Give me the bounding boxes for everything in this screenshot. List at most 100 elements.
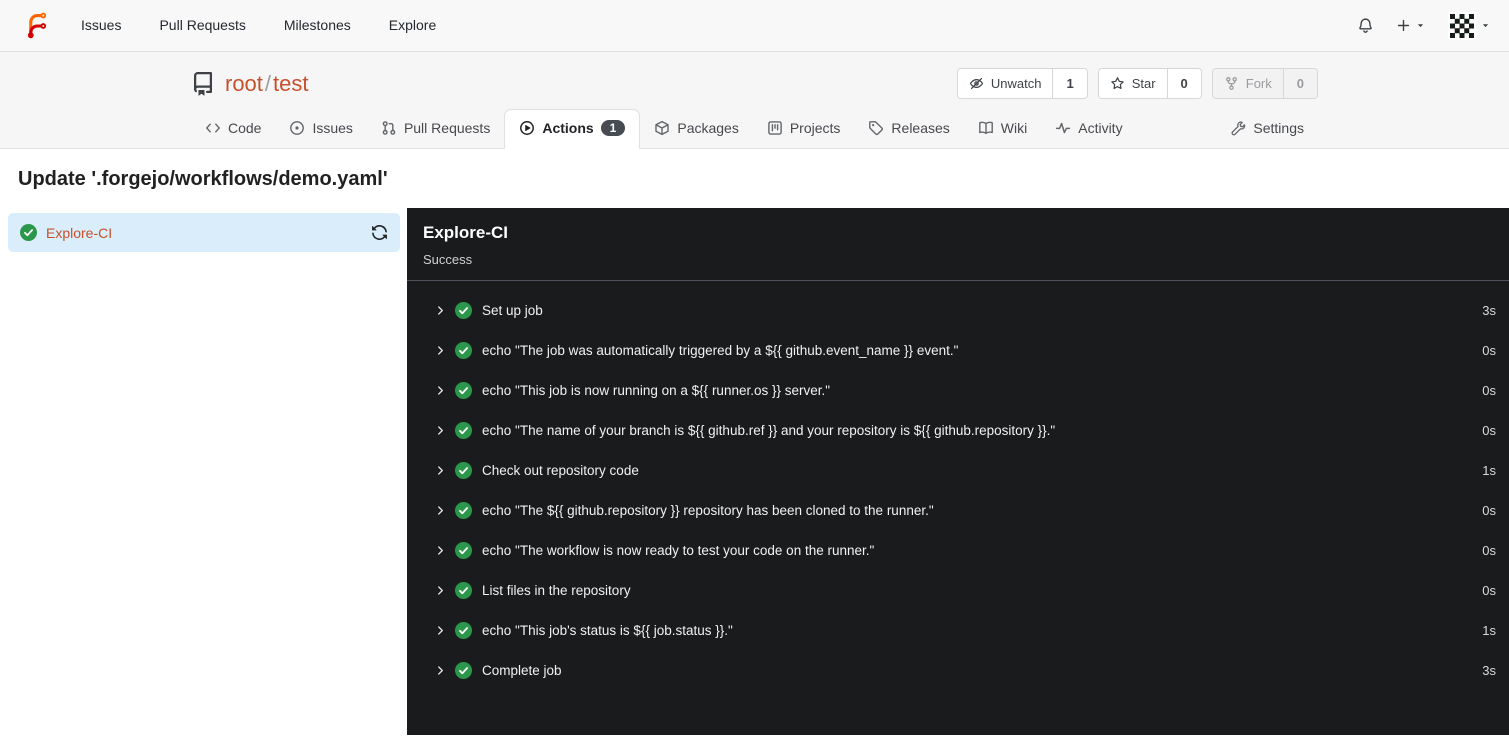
star-button[interactable]: Star [1098,69,1167,98]
job-name: Explore-CI [46,224,113,241]
package-icon [654,120,670,136]
chevron-right-icon [434,544,447,557]
check-circle-icon [455,342,472,359]
forgejo-logo[interactable] [22,11,52,41]
watchers-count[interactable]: 1 [1052,69,1087,98]
check-circle-icon [455,302,472,319]
repo-title: root/test [225,71,309,97]
repo-actions: Unwatch 1 Star 0 Fork 0 [956,68,1318,99]
job-panel-header: Explore-CI Success [407,208,1509,281]
check-circle-icon [455,462,472,479]
chevron-right-icon [434,424,447,437]
step-duration: 0s [1482,502,1496,518]
nav-link-pull-requests[interactable]: Pull Requests [140,0,264,51]
tab-label: Projects [789,120,841,136]
forks-count: 0 [1282,69,1317,98]
check-circle-icon [455,622,472,639]
tab-activity[interactable]: Activity [1041,110,1136,148]
tab-wiki[interactable]: Wiki [964,110,1041,148]
tab-projects[interactable]: Projects [753,110,855,148]
step-row[interactable]: Set up job 3s [407,290,1509,330]
notifications-button[interactable] [1357,17,1374,34]
rerun-job-button[interactable] [371,224,388,241]
tab-label: Settings [1253,120,1304,136]
plus-icon [1396,18,1411,33]
step-row[interactable]: echo "The name of your branch is ${{ git… [407,410,1509,450]
step-duration: 0s [1482,422,1496,438]
chevron-right-icon [434,344,447,357]
step-row[interactable]: echo "The workflow is now ready to test … [407,530,1509,570]
star-icon [1110,76,1125,91]
check-circle-icon [455,422,472,439]
unwatch-button[interactable]: Unwatch [957,69,1053,98]
tab-packages[interactable]: Packages [640,110,752,148]
nav-link-issues[interactable]: Issues [62,0,140,51]
run-title: Update '.forgejo/workflows/demo.yaml' [0,149,1509,208]
repo-owner-link[interactable]: root [225,71,263,96]
tab-actions[interactable]: Actions 1 [504,109,641,149]
step-row[interactable]: echo "This job is now running on a ${{ r… [407,370,1509,410]
star-button-group: Star 0 [1097,68,1202,99]
stars-count[interactable]: 0 [1166,69,1201,98]
tab-label: Code [228,120,262,136]
step-name: echo "The job was automatically triggere… [482,342,959,358]
fork-button: Fork [1212,69,1283,98]
check-circle-icon [455,542,472,559]
check-circle-icon [20,224,37,241]
step-name: echo "The name of your branch is ${{ git… [482,422,1056,438]
step-duration: 0s [1482,542,1496,558]
step-name: echo "This job's status is ${{ job.statu… [482,622,733,638]
step-row[interactable]: echo "The job was automatically triggere… [407,330,1509,370]
step-row[interactable]: Check out repository code 1s [407,450,1509,490]
repo-tabs: Code Issues Pull Requests Actions 1 Packa… [191,109,1318,149]
tab-issues[interactable]: Issues [275,110,366,148]
nav-link-explore[interactable]: Explore [370,0,455,51]
code-icon [205,120,221,136]
chevron-right-icon [434,384,447,397]
navbar-right [1357,11,1491,40]
actions-count-badge: 1 [600,120,626,136]
check-circle-icon [455,582,472,599]
step-row[interactable]: Complete job 3s [407,650,1509,690]
job-status-text: Success [423,252,473,267]
jobs-sidebar: Explore-CI [0,208,407,735]
tab-settings[interactable]: Settings [1216,110,1318,148]
step-name: Complete job [482,662,562,678]
tab-pull-requests[interactable]: Pull Requests [367,110,504,148]
step-duration: 1s [1482,462,1496,478]
repo-name-link[interactable]: test [273,71,308,96]
tag-icon [868,120,884,136]
user-menu-button[interactable] [1448,11,1491,40]
tab-releases[interactable]: Releases [854,110,963,148]
chevron-down-icon [1480,20,1491,31]
run-layout: Explore-CI Explore-CI Success Set up job… [0,208,1509,735]
job-panel-title: Explore-CI [423,223,509,242]
bell-icon [1357,17,1374,34]
play-circle-icon [519,120,535,136]
steps-list: Set up job 3s echo "The job was automati… [407,281,1509,690]
step-duration: 1s [1482,622,1496,638]
create-new-button[interactable] [1396,18,1426,33]
check-circle-icon [455,382,472,399]
step-duration: 0s [1482,342,1496,358]
nav-link-milestones[interactable]: Milestones [265,0,370,51]
repo-header: root/test Unwatch 1 Star 0 Fork 0 Code I… [0,52,1509,149]
step-name: echo "This job is now running on a ${{ r… [482,382,831,398]
chevron-right-icon [434,464,447,477]
issue-circle-icon [289,120,305,136]
chevron-right-icon [434,304,447,317]
fork-button-group: Fork 0 [1211,68,1318,99]
step-row[interactable]: List files in the repository 0s [407,570,1509,610]
sync-icon [371,224,388,241]
main-nav: Issues Pull Requests Milestones Explore [62,0,455,51]
tools-icon [1230,120,1246,136]
chevron-right-icon [434,624,447,637]
step-row[interactable]: echo "This job's status is ${{ job.statu… [407,610,1509,650]
step-name: Set up job [482,302,543,318]
unwatch-button-group: Unwatch 1 [956,68,1088,99]
check-circle-icon [455,502,472,519]
job-item-explore-ci[interactable]: Explore-CI [8,213,400,252]
tab-code[interactable]: Code [191,110,275,148]
pull-request-icon [381,120,397,136]
step-row[interactable]: echo "The ${{ github.repository }} repos… [407,490,1509,530]
